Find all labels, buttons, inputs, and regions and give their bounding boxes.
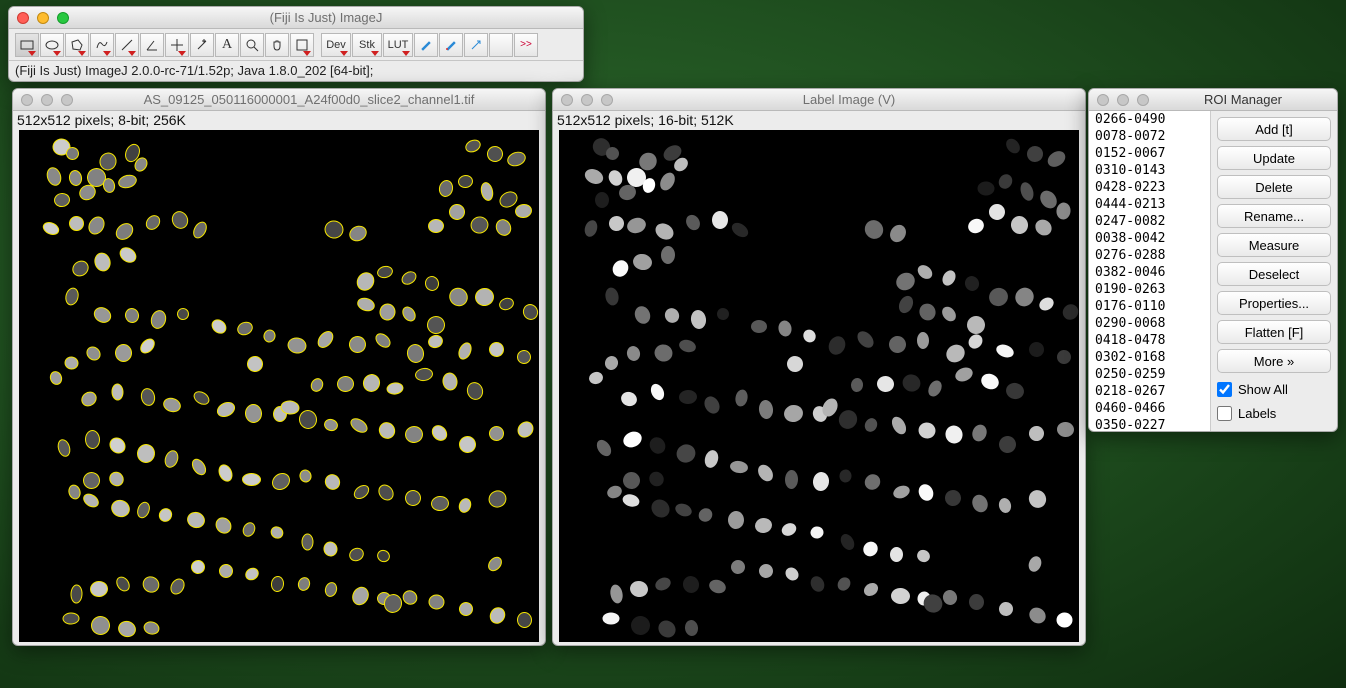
close-icon[interactable] xyxy=(17,12,29,24)
line-tool[interactable] xyxy=(115,33,139,57)
oval-tool[interactable] xyxy=(40,33,64,57)
roi-list[interactable]: 0266-04900078-00720152-00670310-01430428… xyxy=(1089,111,1211,431)
titlebar-roi[interactable]: ROI Manager xyxy=(1089,89,1337,111)
color-picker-tool[interactable] xyxy=(290,33,314,57)
roi-item[interactable]: 0290-0068 xyxy=(1089,315,1210,332)
roi-controls: Add [t] Update Delete Rename... Measure … xyxy=(1211,111,1337,431)
deselect-button[interactable]: Deselect xyxy=(1217,262,1331,286)
delete-button[interactable]: Delete xyxy=(1217,175,1331,199)
main-window: (Fiji Is Just) ImageJ A Dev Stk LUT >> (… xyxy=(8,6,584,82)
minimize-icon[interactable] xyxy=(581,94,593,106)
roi-item[interactable]: 0247-0082 xyxy=(1089,213,1210,230)
titlebar-img1[interactable]: AS_09125_050116000001_A24f00d0_slice2_ch… xyxy=(13,89,545,111)
dev-menu[interactable]: Dev xyxy=(321,33,351,57)
roi-item[interactable]: 0176-0110 xyxy=(1089,298,1210,315)
freehand-tool[interactable] xyxy=(90,33,114,57)
roi-item[interactable]: 0152-0067 xyxy=(1089,145,1210,162)
roi-item[interactable]: 0190-0263 xyxy=(1089,281,1210,298)
rectangle-tool[interactable] xyxy=(15,33,39,57)
brush-tool[interactable] xyxy=(414,33,438,57)
maximize-icon[interactable] xyxy=(61,94,73,106)
add-button[interactable]: Add [t] xyxy=(1217,117,1331,141)
maximize-icon[interactable] xyxy=(1137,94,1149,106)
hand-tool[interactable] xyxy=(265,33,289,57)
magnifier-tool[interactable] xyxy=(240,33,264,57)
minimize-icon[interactable] xyxy=(1117,94,1129,106)
roi-item[interactable]: 0444-0213 xyxy=(1089,196,1210,213)
status-bar: (Fiji Is Just) ImageJ 2.0.0-rc-71/1.52p;… xyxy=(9,61,583,80)
roi-item[interactable]: 0276-0288 xyxy=(1089,247,1210,264)
roi-item[interactable]: 0266-0490 xyxy=(1089,111,1210,128)
main-title: (Fiji Is Just) ImageJ xyxy=(77,10,575,25)
properties-button[interactable]: Properties... xyxy=(1217,291,1331,315)
toolbar: A Dev Stk LUT >> xyxy=(9,29,583,61)
text-tool[interactable]: A xyxy=(215,33,239,57)
rename-button[interactable]: Rename... xyxy=(1217,204,1331,228)
roi-manager-window: ROI Manager 0266-04900078-00720152-00670… xyxy=(1088,88,1338,432)
roi-item[interactable]: 0382-0046 xyxy=(1089,264,1210,281)
titlebar-img2[interactable]: Label Image (V) xyxy=(553,89,1085,111)
roi-item[interactable]: 0078-0072 xyxy=(1089,128,1210,145)
show-all-checkbox[interactable]: Show All xyxy=(1217,382,1331,397)
roi-title: ROI Manager xyxy=(1157,92,1329,107)
roi-item[interactable]: 0302-0168 xyxy=(1089,349,1210,366)
minimize-icon[interactable] xyxy=(41,94,53,106)
roi-item[interactable]: 0218-0267 xyxy=(1089,383,1210,400)
image-window-1: AS_09125_050116000001_A24f00d0_slice2_ch… xyxy=(12,88,546,646)
update-button[interactable]: Update xyxy=(1217,146,1331,170)
arrow-tool[interactable] xyxy=(464,33,488,57)
maximize-icon[interactable] xyxy=(57,12,69,24)
angle-tool[interactable] xyxy=(140,33,164,57)
measure-button[interactable]: Measure xyxy=(1217,233,1331,257)
wand-tool[interactable] xyxy=(190,33,214,57)
more-button[interactable]: More » xyxy=(1217,349,1331,373)
image1-info: 512x512 pixels; 8-bit; 256K xyxy=(13,111,545,130)
close-icon[interactable] xyxy=(561,94,573,106)
brush2-tool[interactable] xyxy=(439,33,463,57)
image2-canvas[interactable] xyxy=(559,130,1079,642)
point-tool[interactable] xyxy=(165,33,189,57)
image2-info: 512x512 pixels; 16-bit; 512K xyxy=(553,111,1085,130)
roi-item[interactable]: 0310-0143 xyxy=(1089,162,1210,179)
roi-item[interactable]: 0418-0478 xyxy=(1089,332,1210,349)
labels-checkbox[interactable]: Labels xyxy=(1217,406,1331,421)
roi-item[interactable]: 0460-0466 xyxy=(1089,400,1210,417)
lut-menu[interactable]: LUT xyxy=(383,33,413,57)
image2-title: Label Image (V) xyxy=(621,92,1077,107)
roi-item[interactable]: 0038-0042 xyxy=(1089,230,1210,247)
polygon-tool[interactable] xyxy=(65,33,89,57)
image-window-2: Label Image (V) 512x512 pixels; 16-bit; … xyxy=(552,88,1086,646)
maximize-icon[interactable] xyxy=(601,94,613,106)
titlebar-main[interactable]: (Fiji Is Just) ImageJ xyxy=(9,7,583,29)
image1-title: AS_09125_050116000001_A24f00d0_slice2_ch… xyxy=(81,92,537,107)
more-tools[interactable]: >> xyxy=(514,33,538,57)
roi-item[interactable]: 0350-0227 xyxy=(1089,417,1210,431)
image1-canvas[interactable] xyxy=(19,130,539,642)
minimize-icon[interactable] xyxy=(37,12,49,24)
close-icon[interactable] xyxy=(1097,94,1109,106)
close-icon[interactable] xyxy=(21,94,33,106)
stk-menu[interactable]: Stk xyxy=(352,33,382,57)
roi-item[interactable]: 0428-0223 xyxy=(1089,179,1210,196)
flatten-button[interactable]: Flatten [F] xyxy=(1217,320,1331,344)
roi-item[interactable]: 0250-0259 xyxy=(1089,366,1210,383)
blank-tool[interactable] xyxy=(489,33,513,57)
